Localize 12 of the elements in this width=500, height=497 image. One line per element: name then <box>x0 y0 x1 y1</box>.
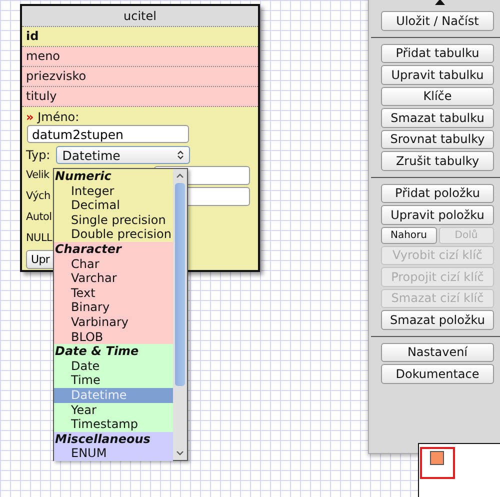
marker-glyph: » <box>26 110 34 124</box>
group-label: Character <box>54 242 123 257</box>
name-label: Jméno: <box>38 110 80 124</box>
field-label: Autol <box>26 211 52 223</box>
field-label: NULL <box>26 232 52 244</box>
type-label: Typ: <box>26 148 50 162</box>
field-label: Velik <box>26 169 50 181</box>
group-label: Date & Time <box>54 344 140 359</box>
field-label: Vých <box>26 190 50 202</box>
group-label: Miscellaneous <box>54 432 152 446</box>
group-label: Numeric <box>54 169 112 184</box>
table-title: ucitel <box>22 6 258 27</box>
